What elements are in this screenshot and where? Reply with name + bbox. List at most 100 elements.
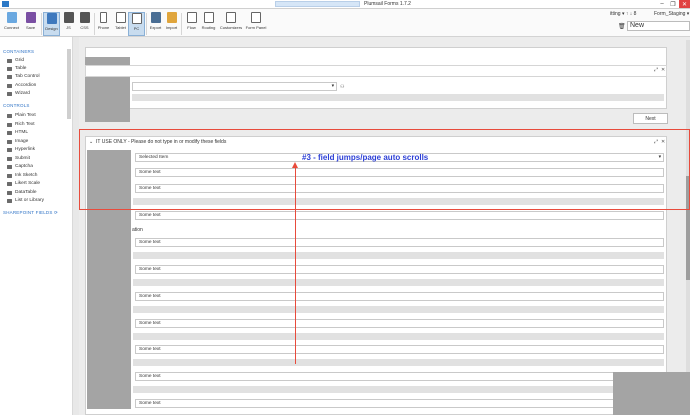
toolbox-item-grid[interactable]: Grid [7, 58, 24, 63]
gray-bar [132, 94, 664, 101]
toolbox-item-html[interactable]: HTML [7, 130, 28, 135]
gray-overlay-block [613, 372, 690, 415]
captcha-icon [7, 164, 12, 169]
text-field[interactable]: Some text [135, 399, 664, 408]
ribbon-separator [181, 13, 182, 35]
toolbox-item-datatable[interactable]: DataTable [7, 190, 37, 195]
minimize-button[interactable]: – [657, 0, 667, 8]
js-button[interactable]: JS [60, 12, 77, 36]
title-search-box[interactable] [275, 1, 360, 7]
annotation-highlight-box [79, 129, 690, 210]
title-bar: Plumsail Forms 1.7.2 – ❐ ✕ [0, 0, 690, 9]
maximize-button[interactable]: ❐ [668, 0, 678, 8]
toolbox-item-accordion[interactable]: Accordion [7, 83, 36, 88]
image-icon [7, 139, 12, 144]
tablet-button[interactable]: Tablet [112, 12, 129, 36]
toolbox-item-tab-control[interactable]: Tab Control [7, 74, 40, 79]
routing-icon [203, 12, 214, 23]
text-field[interactable]: Some text [135, 319, 664, 328]
pen-icon [7, 173, 12, 178]
save-button[interactable]: Save [22, 12, 39, 36]
trash-icon[interactable]: 🗑 [618, 23, 626, 30]
css-button[interactable]: CSS [76, 12, 93, 36]
toolbox-item-submit[interactable]: Submit [7, 156, 30, 161]
text-field[interactable]: Some text [135, 372, 664, 381]
lookup-icon[interactable]: ⚇ [340, 84, 344, 90]
toolbox-item-ink-sketch[interactable]: Ink Sketch [7, 173, 37, 178]
gray-bar [133, 359, 664, 366]
toolbox-item-wizard[interactable]: Wizard [7, 91, 30, 96]
window-title: Plumsail Forms 1.7.2 [364, 1, 411, 7]
text-field[interactable]: Some text [135, 265, 664, 274]
tablet-icon [115, 12, 126, 23]
export-button[interactable]: Export [147, 12, 164, 36]
pc-button[interactable]: PC [128, 12, 145, 36]
annotation-text: #3 - field jumps/page auto scrolls [302, 153, 429, 162]
routing-button[interactable]: Routing [200, 12, 217, 36]
datatable-icon [7, 190, 12, 195]
js-icon [63, 12, 74, 23]
phone-button[interactable]: Phone [95, 12, 112, 36]
close-button[interactable]: ✕ [679, 0, 690, 8]
form-select[interactable]: Form_Staging ▾ [654, 11, 689, 17]
list-icon [7, 198, 12, 203]
refresh-icon[interactable]: ⟳ [54, 210, 58, 215]
canvas-scrollbar[interactable] [686, 40, 690, 415]
text-field[interactable]: Some text [135, 211, 664, 220]
expand-icon[interactable]: ⤢ [654, 67, 658, 73]
ribbon-separator [41, 13, 42, 35]
next-button[interactable]: Next [633, 113, 668, 124]
monitor-icon [131, 13, 142, 24]
partial-label: ation [132, 227, 143, 233]
text-field[interactable]: Some text [135, 345, 664, 354]
tab-icon [7, 74, 12, 79]
folder-icon [166, 12, 177, 23]
toolbox-item-hyperlink[interactable]: Hyperlink [7, 147, 35, 152]
design-button[interactable]: Design [43, 12, 60, 36]
table-icon [7, 66, 12, 71]
rich-text-icon [7, 122, 12, 127]
panel-header-bar [85, 65, 667, 77]
toolbox-item-captcha[interactable]: Captcha [7, 164, 33, 169]
form-panel-icon [251, 12, 261, 23]
code-icon [7, 130, 12, 135]
settings-controls[interactable]: itting ▾ ↑ ↓ 8 [610, 11, 636, 17]
toolbox-item-list-or-library[interactable]: List or Library [7, 198, 44, 203]
phone-icon [100, 12, 107, 23]
wizard-icon [7, 91, 12, 96]
ribbon-toolbar: Connect Save Design JS CSS Phone Tablet … [0, 9, 690, 37]
containers-section-title: CONTAINERS [3, 49, 35, 54]
chevron-down-icon: ▾ [331, 84, 334, 89]
save-icon [25, 12, 36, 23]
toolbox-item-rich-text[interactable]: Rich Text [7, 122, 35, 127]
flow-button[interactable]: Flow [183, 12, 200, 36]
flow-icon [186, 12, 197, 23]
toolbox-item-table[interactable]: Table [7, 66, 26, 71]
gray-bar [133, 306, 664, 313]
export-icon [150, 12, 161, 23]
controls-section-title: CONTROLS [3, 103, 30, 108]
gray-bar [133, 386, 664, 393]
new-dropdown[interactable]: New [627, 21, 690, 31]
close-icon[interactable]: ✕ [661, 67, 665, 73]
customizers-icon [226, 12, 236, 23]
sharepoint-section-title: SHAREPOINT FIELDS ⟳ [3, 210, 59, 215]
text-icon [7, 113, 12, 118]
form-panel-button[interactable]: Form Panel [245, 12, 267, 36]
link-icon [7, 147, 12, 152]
grid-icon [7, 58, 12, 63]
sidebar-scrollbar[interactable] [67, 49, 71, 119]
top-dropdown[interactable]: ▾ [132, 82, 337, 91]
toolbox-item-likert-scale[interactable]: Likert Scale [7, 181, 40, 186]
toolbox-item-image[interactable]: Image [7, 139, 28, 144]
accordion-icon [7, 83, 12, 88]
connect-button[interactable]: Connect [3, 12, 20, 36]
text-field[interactable]: Some text [135, 238, 664, 247]
customizers-button[interactable]: Customizers [220, 12, 242, 36]
text-field[interactable]: Some text [135, 292, 664, 301]
gray-bar [133, 252, 664, 259]
import-button[interactable]: Import [163, 12, 180, 36]
design-icon [46, 13, 57, 24]
app-icon [2, 1, 9, 7]
toolbox-item-plain-text[interactable]: Plain Text [7, 113, 36, 118]
